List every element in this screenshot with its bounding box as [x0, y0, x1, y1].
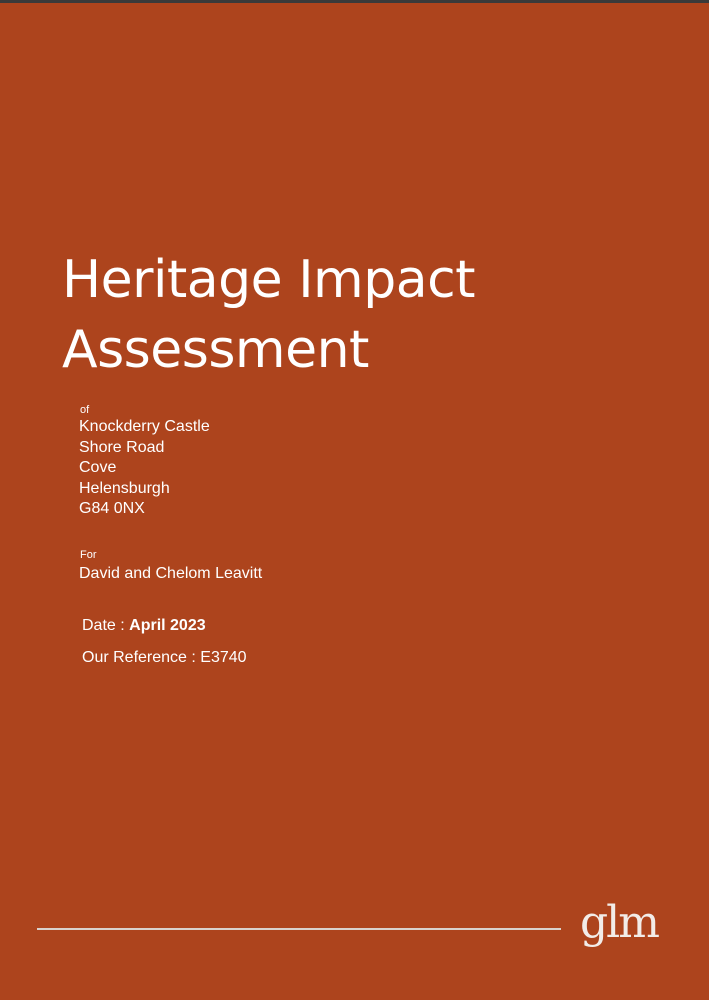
for-label: For	[80, 549, 97, 561]
date-line: Date : April 2023	[82, 616, 206, 636]
document-title-line-2: Assessment	[62, 320, 369, 380]
reference-label: Our Reference :	[82, 649, 201, 666]
address-line: Helensburgh	[79, 479, 170, 497]
document-title: Heritage Impact Assessment	[62, 245, 476, 385]
date-value: April 2023	[129, 617, 206, 634]
property-address: Knockderry Castle Shore Road Cove Helens…	[79, 417, 210, 520]
reference-value: E3740	[200, 649, 247, 666]
address-line: Shore Road	[79, 438, 165, 456]
of-label: of	[80, 404, 90, 416]
glm-logo: glm	[580, 897, 660, 948]
address-line: Knockderry Castle	[79, 418, 210, 435]
reference-line: Our Reference : E3740	[82, 648, 247, 668]
date-label: Date :	[82, 617, 130, 634]
address-line: Cove	[79, 459, 117, 476]
client-name: David and Chelom Leavitt	[79, 565, 263, 582]
document-title-line-1: Heritage Impact	[62, 250, 476, 310]
footer-divider	[37, 928, 561, 930]
address-line: G84 0NX	[79, 500, 145, 517]
cover-page: Heritage Impact Assessment of Knockderry…	[0, 0, 709, 1000]
